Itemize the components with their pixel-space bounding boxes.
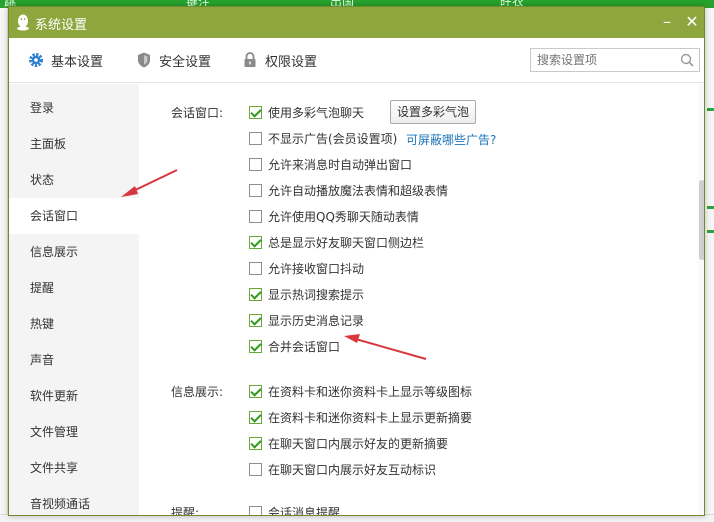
sidebar-item-sound[interactable]: 声音 [9,342,139,378]
search-input[interactable] [537,52,675,68]
option-colorful-bubbles[interactable]: 使用多彩气泡聊天 [249,103,364,121]
background-marker [707,230,714,233]
option-label: 允许自动播放魔法表情和超级表情 [268,183,449,198]
title-bar[interactable]: 系统设置 – ✕ [9,7,704,38]
option-label: 在聊天窗口内展示好友互动标识 [268,462,437,477]
settings-search[interactable] [530,48,700,72]
checkbox[interactable] [249,209,262,223]
tab-bar: 基本设置 安全设置 权限设置 [9,38,704,83]
option-friend-updates[interactable]: 在聊天窗口内展示好友的更新摘要 [249,434,448,452]
option-label: 显示历史消息记录 [268,313,365,328]
sidebar-item-status[interactable]: 状态 [9,162,139,198]
option-label: 在资料卡和迷你资料卡上显示更新摘要 [268,410,473,425]
settings-content: 会话窗口: 使用多彩气泡聊天 设置多彩气泡 不显示广告(会员设置项) 可屏蔽哪些… [139,84,698,516]
sidebar-item-info-display[interactable]: 信息展示 [9,234,139,270]
scrollbar-thumb[interactable] [699,180,704,260]
settings-dialog: 系统设置 – ✕ 基本设置 安全设置 权限设置 搜索设置项 登录 主面板 状态 … [8,6,705,516]
checkbox-checked[interactable] [249,313,262,327]
background-app-left [0,8,8,522]
option-level-icon[interactable]: 在资料卡和迷你资料卡上显示等级图标 [249,382,472,400]
gear-icon [29,53,43,67]
sidebar-item-file-management[interactable]: 文件管理 [9,414,139,450]
option-autoplay-emoticons[interactable]: 允许自动播放魔法表情和超级表情 [249,181,448,199]
checkbox-checked[interactable] [249,384,262,398]
tab-label: 安全设置 [159,54,212,70]
option-label: 显示热词搜索提示 [268,287,365,302]
sidebar-item-reminder[interactable]: 提醒 [9,270,139,306]
dialog-title: 系统设置 [35,18,88,33]
checkbox[interactable] [249,183,262,197]
checkbox[interactable] [249,131,262,145]
tab-security-settings[interactable]: 安全设置 [135,49,211,71]
option-label: 会话消息提醒 [268,505,341,516]
option-label: 允许使用QQ秀聊天随动表情 [268,209,419,224]
option-merge-windows[interactable]: 合并会话窗口 [249,337,340,355]
checkbox[interactable] [249,157,262,171]
sidebar-item-main-panel[interactable]: 主面板 [9,126,139,162]
background-app-right [704,8,714,522]
option-show-sidebar[interactable]: 总是显示好友聊天窗口侧边栏 [249,233,424,251]
search-icon[interactable] [679,52,695,68]
checkbox-checked[interactable] [249,339,262,353]
option-window-shake[interactable]: 允许接收窗口抖动 [249,259,364,277]
section-label-reminder: 提醒: [171,506,200,516]
sidebar-item-login[interactable]: 登录 [9,90,139,126]
option-label: 合并会话窗口 [268,339,341,354]
option-history-messages[interactable]: 显示历史消息记录 [249,311,364,329]
option-label: 总是显示好友聊天窗口侧边栏 [268,235,425,250]
option-label: 不显示广告(会员设置项) [268,131,398,146]
section-label-chat-window: 会话窗口: [171,106,224,120]
tab-label: 基本设置 [51,54,104,70]
checkbox[interactable] [249,462,262,476]
set-bubbles-button[interactable]: 设置多彩气泡 [390,100,477,124]
content-scrollbar[interactable] [698,84,704,515]
background-marker [707,108,714,111]
option-hide-ads[interactable]: 不显示广告(会员设置项) [249,129,397,147]
option-message-reminder[interactable]: 会话消息提醒 [249,503,341,516]
tab-basic-settings[interactable]: 基本设置 [27,49,103,71]
option-auto-popup[interactable]: 允许来消息时自动弹出窗口 [249,155,412,173]
option-label: 使用多彩气泡聊天 [268,105,365,120]
checkbox-checked[interactable] [249,287,262,301]
checkbox-checked[interactable] [249,410,262,424]
penguin-icon [17,14,29,31]
sidebar-item-hotkeys[interactable]: 热键 [9,306,139,342]
checkbox-checked[interactable] [249,105,262,119]
checkbox[interactable] [249,505,262,515]
checkbox[interactable] [249,261,262,275]
sidebar-item-file-sharing[interactable]: 文件共享 [9,450,139,486]
sidebar-item-av-call[interactable]: 音视频通话 [9,486,139,515]
option-label: 在资料卡和迷你资料卡上显示等级图标 [268,384,473,399]
checkbox-checked[interactable] [249,436,262,450]
section-label-info-display: 信息展示: [171,385,224,399]
checkbox-checked[interactable] [249,235,262,249]
option-interaction-marks[interactable]: 在聊天窗口内展示好友互动标识 [249,460,436,478]
lock-icon [244,52,256,67]
option-hot-word-hints[interactable]: 显示热词搜索提示 [249,285,364,303]
background-marker [707,206,714,209]
ads-info-link[interactable]: 可屏蔽哪些广告? [406,131,496,148]
tab-label: 权限设置 [265,54,318,70]
option-label: 允许来消息时自动弹出窗口 [268,157,413,172]
option-label: 在聊天窗口内展示好友的更新摘要 [268,436,449,451]
option-qqshow-emoticons[interactable]: 允许使用QQ秀聊天随动表情 [249,207,419,225]
sidebar-item-chat-window[interactable]: 会话窗口 [9,198,139,234]
option-update-summary[interactable]: 在资料卡和迷你资料卡上显示更新摘要 [249,408,472,426]
shield-icon [138,52,150,68]
option-label: 允许接收窗口抖动 [268,261,365,276]
sidebar-item-software-update[interactable]: 软件更新 [9,378,139,414]
close-button[interactable]: ✕ [682,12,702,32]
minimize-button[interactable]: – [657,12,677,32]
settings-sidebar: 登录 主面板 状态 会话窗口 信息展示 提醒 热键 声音 软件更新 文件管理 文… [9,84,139,515]
tab-permission-settings[interactable]: 权限设置 [241,49,317,71]
